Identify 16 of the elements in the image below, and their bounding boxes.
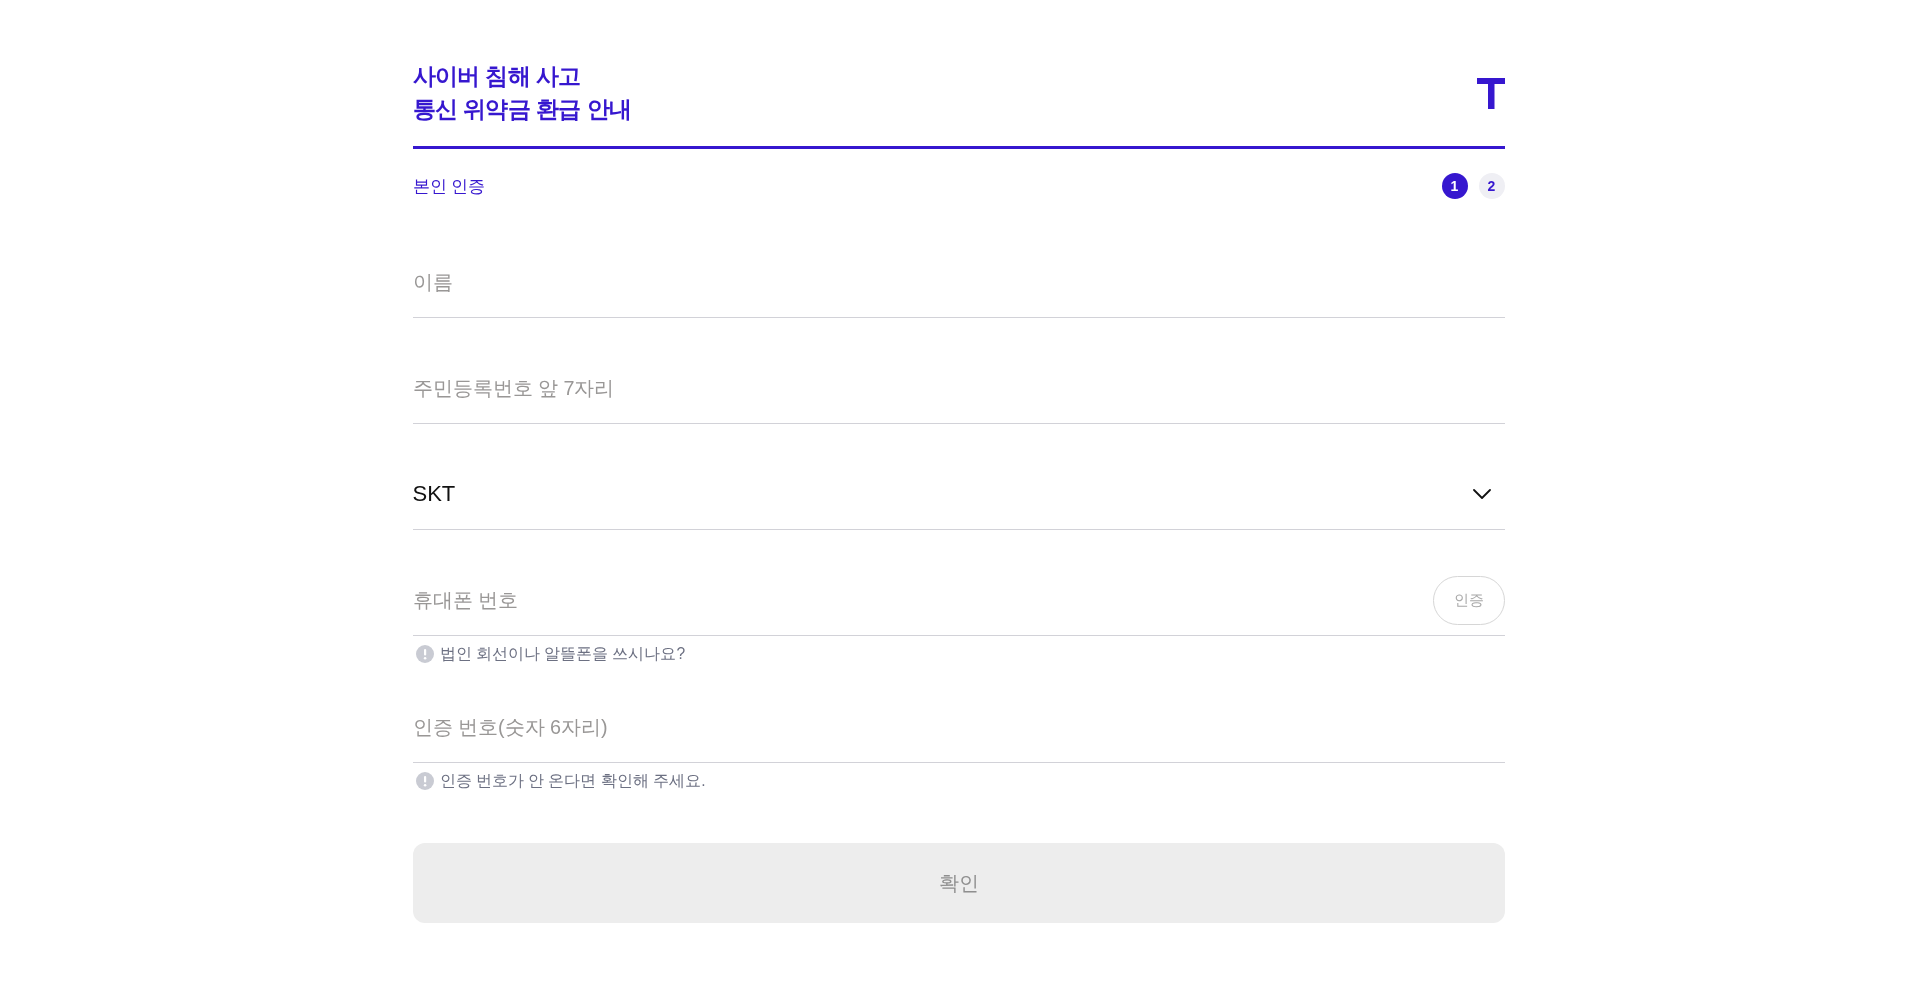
section-title: 본인 인증 <box>412 176 486 197</box>
input-field[interactable]: 인증 번호(숫자 6자리) <box>412 692 1505 762</box>
step-indicator: 2 <box>1478 173 1505 199</box>
dropdown-field[interactable]: SKT <box>412 459 1505 529</box>
alert-icon <box>415 645 434 663</box>
chevron-down-icon <box>1472 489 1491 499</box>
page-title: 통신 위약금 환급 안내 <box>412 95 632 124</box>
page-title: 사이버 침해 사고 <box>412 62 581 91</box>
logo-icon <box>1476 77 1505 109</box>
hint-text: 인증 번호가 안 온다면 확인해 주세요. <box>439 770 706 791</box>
input-field[interactable]: 주민등록번호 앞 7자리 <box>412 353 1505 423</box>
input-field[interactable]: 이름 <box>412 247 1505 317</box>
hint-text: 법인 회선이나 알뜰폰을 쓰시나요? <box>439 643 686 664</box>
input-field[interactable]: 휴대폰 번호 <box>412 565 1433 635</box>
alert-icon <box>415 772 434 790</box>
step-indicator: 1 <box>1441 173 1468 199</box>
